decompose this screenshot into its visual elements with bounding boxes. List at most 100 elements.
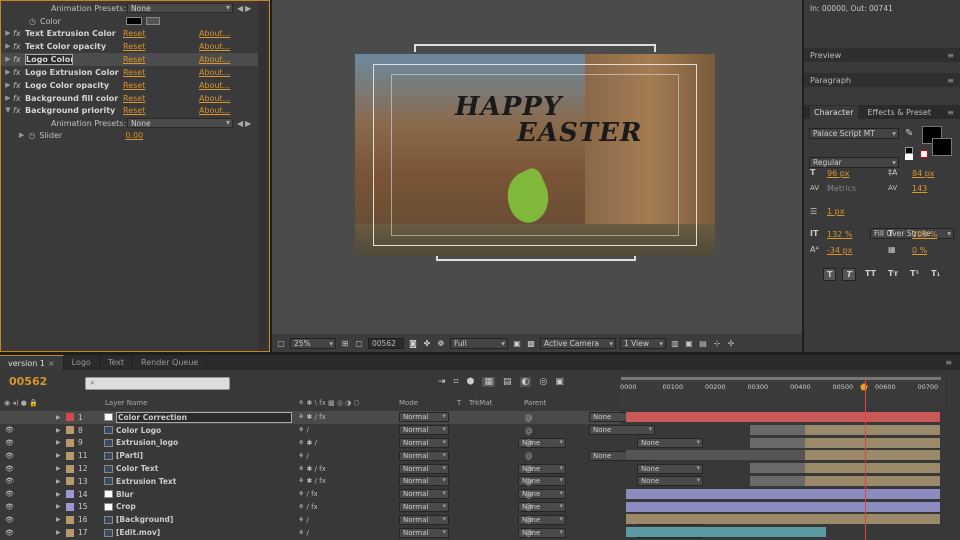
blend-mode-dropdown[interactable]: Normal (399, 476, 449, 487)
effect-about-link[interactable]: About... (199, 94, 230, 103)
layer-switches[interactable]: ⚘ ✱ / fx (298, 413, 326, 421)
font-family-dropdown[interactable]: Palace Script MT (809, 128, 899, 139)
effect-about-link[interactable]: About... (199, 68, 230, 77)
layer-duration-bar[interactable] (626, 514, 940, 525)
layer-switches[interactable]: ⚘ ✱ / fx (298, 477, 326, 485)
region-of-interest-icon[interactable]: ▣ (512, 338, 522, 348)
snapshot-icon[interactable]: ◙ (408, 338, 418, 348)
flowchart-icon[interactable]: ⊹ (712, 338, 722, 348)
timeline-timecode[interactable]: 00562 (9, 375, 47, 388)
preset-next-icon[interactable]: ▶ (245, 4, 251, 13)
twirl-open-icon[interactable]: ▼ (3, 106, 13, 114)
parent-dropdown[interactable]: None (589, 425, 655, 436)
type-style-button[interactable]: T₁ (928, 268, 943, 281)
timeline-tab[interactable]: Logo (64, 355, 100, 370)
fx-icon[interactable]: fx (13, 106, 25, 115)
twirl-icon[interactable]: ▶ (56, 427, 61, 434)
tracking-value[interactable]: 143 (912, 184, 927, 193)
effect-about-link[interactable]: About... (199, 55, 230, 64)
layer-row[interactable]: 👁▶14Blur⚘ / fxNormalNone@None (0, 488, 703, 501)
eyedropper-icon[interactable] (145, 17, 160, 25)
label-color-swatch[interactable] (66, 464, 74, 473)
layer-switches[interactable]: ⚘ ✱ / (298, 439, 317, 447)
vertical-scale-value[interactable]: 132 % (827, 230, 852, 239)
parent-dropdown[interactable]: None (637, 476, 703, 487)
effect-row[interactable]: ▶ fx Text Extrusion Color Reset About... (1, 27, 259, 40)
label-color-swatch[interactable] (66, 451, 74, 460)
layer-row[interactable]: 👁▶13Extrusion Text⚘ ✱ / fxNormalNone@Non… (0, 475, 703, 488)
stopwatch-icon-2[interactable]: ◷ (28, 131, 35, 140)
fx-icon[interactable]: fx (13, 29, 25, 38)
transparency-grid-icon[interactable]: ▩ (526, 338, 536, 348)
layer-switches[interactable]: ⚘ / (298, 452, 309, 460)
visibility-icon[interactable]: 👁 (5, 477, 14, 485)
black-swatch[interactable] (905, 147, 913, 154)
toggle-pixel-icon[interactable]: ▥ (670, 338, 680, 348)
fast-preview-icon[interactable]: ▣ (684, 338, 694, 348)
composition-frame[interactable]: HAPPY EASTER (355, 54, 715, 256)
label-color-swatch[interactable] (66, 413, 74, 422)
effect-reset-link[interactable]: Reset (123, 81, 199, 90)
twirl-icon[interactable]: ▶ (56, 491, 61, 498)
layer-switches[interactable]: ⚘ / (298, 529, 309, 537)
parent-dropdown[interactable]: None (637, 437, 703, 448)
fx-icon[interactable]: fx (13, 68, 25, 77)
viewer-timecode[interactable]: 00562 (368, 337, 404, 349)
layer-duration-bar[interactable] (626, 412, 940, 422)
comp-mini-flowchart-icon[interactable]: ⇥ (438, 377, 446, 387)
channel-icon[interactable]: ❁ (436, 338, 446, 348)
stroke-width-value[interactable]: 1 px (827, 207, 844, 216)
type-style-button[interactable]: T¹ (907, 268, 922, 281)
camera-dropdown[interactable]: Active Camera (540, 337, 616, 349)
layer-name[interactable]: Extrusion Text (116, 477, 292, 486)
views-dropdown[interactable]: 1 View (620, 337, 666, 349)
preset-prev-icon-2[interactable]: ◀ (237, 119, 243, 128)
preset-next-icon-2[interactable]: ▶ (245, 119, 251, 128)
blend-mode-dropdown[interactable]: Normal (399, 501, 449, 512)
twirl-icon[interactable]: ▶ (56, 478, 61, 485)
twirl-icon[interactable]: ▶ (3, 68, 13, 76)
type-style-button[interactable]: Tт (885, 268, 901, 281)
twirl-icon[interactable]: ▶ (56, 465, 61, 472)
parent-dropdown[interactable]: None (637, 463, 703, 474)
layer-switches[interactable]: ⚘ / fx (298, 503, 318, 511)
current-time-indicator[interactable] (865, 380, 866, 540)
pickwhip-icon[interactable]: @ (525, 490, 533, 499)
layer-name[interactable]: Extrusion_logo (116, 438, 292, 447)
twirl-icon[interactable]: ▶ (3, 94, 13, 102)
panel-menu-icon-2[interactable]: ≡ (947, 76, 954, 85)
layer-switches[interactable]: ⚘ ✱ / fx (298, 465, 326, 473)
pickwhip-icon[interactable]: @ (525, 502, 533, 511)
paragraph-tab[interactable]: Paragraph ≡ (804, 73, 960, 87)
blend-mode-dropdown[interactable]: Normal (399, 412, 449, 423)
twirl-icon[interactable]: ▶ (3, 81, 13, 89)
layer-row[interactable]: 👁▶12Color Text⚘ ✱ / fxNormalNone@None (0, 462, 703, 475)
layer-duration-bar[interactable] (805, 450, 940, 461)
layer-name[interactable]: Color Text (116, 464, 292, 473)
twirl-icon[interactable]: ▶ (3, 42, 13, 50)
effect-reset-link[interactable]: Reset (123, 42, 199, 51)
blend-mode-dropdown[interactable]: Normal (399, 527, 449, 538)
font-size-value[interactable]: 96 px (827, 169, 850, 178)
live-update-icon[interactable]: ◎ (539, 377, 547, 387)
fx-icon[interactable]: fx (13, 42, 25, 51)
baseline-shift-value[interactable]: -34 px (827, 246, 852, 255)
layer-duration-bar[interactable] (805, 463, 940, 474)
effect-reset-link[interactable]: Reset (123, 68, 199, 77)
fx-icon[interactable]: fx (13, 81, 25, 90)
panel-menu-icon-3[interactable]: ≡ (947, 108, 954, 117)
blend-mode-dropdown[interactable]: Normal (399, 463, 449, 474)
blend-mode-dropdown[interactable]: Normal (399, 489, 449, 500)
work-area-bar[interactable] (621, 377, 941, 380)
horizontal-scale-value[interactable]: 108 % (912, 230, 937, 239)
layer-duration-bar[interactable] (626, 527, 826, 538)
label-color-swatch[interactable] (66, 438, 74, 447)
fx-icon[interactable]: fx (13, 94, 25, 103)
slider-value[interactable]: 0.00 (125, 131, 143, 140)
leading-value[interactable]: 84 px (912, 169, 935, 178)
label-color-swatch[interactable] (66, 490, 74, 499)
effect-row[interactable]: ▶ fx Logo Extrusion Color Reset About... (1, 66, 259, 79)
twirl-icon[interactable]: ▶ (3, 55, 13, 63)
twirl-icon[interactable]: ▶ (56, 503, 61, 510)
animation-presets-dropdown[interactable]: None (127, 3, 233, 13)
